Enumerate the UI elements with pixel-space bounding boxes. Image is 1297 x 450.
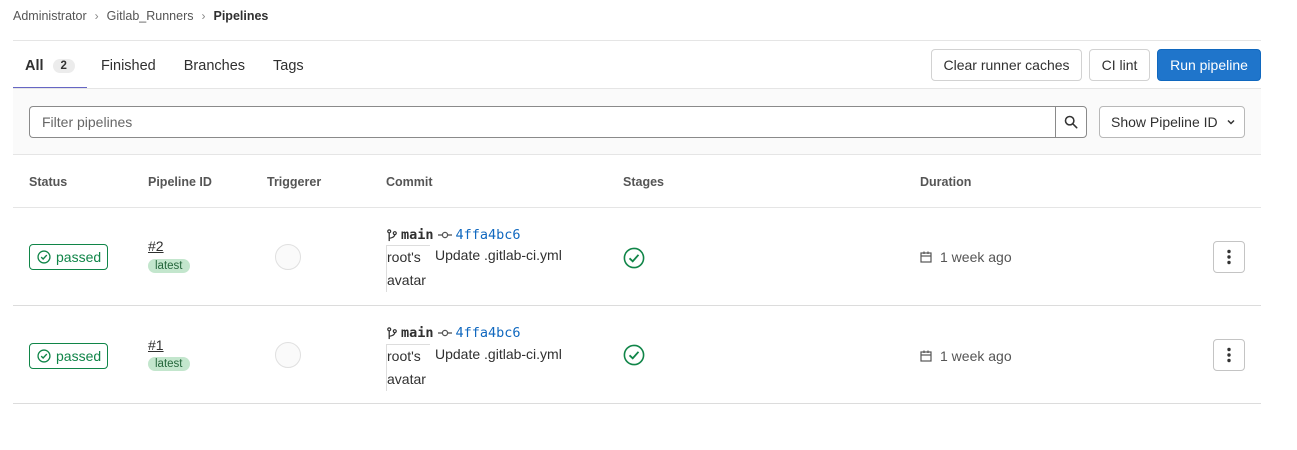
breadcrumb-administrator[interactable]: Administrator <box>13 9 87 23</box>
table-row: passed #2 latest main 4ffa4bc6 root's av… <box>13 208 1261 306</box>
filter-bar: Show Pipeline ID <box>13 89 1261 155</box>
chevron-right-icon: › <box>94 9 99 23</box>
finished-time: 1 week ago <box>920 348 1012 364</box>
tab-all[interactable]: All 2 <box>13 48 87 89</box>
latest-badge: latest <box>148 259 190 273</box>
ellipsis-v-icon <box>1227 347 1231 363</box>
tab-tags[interactable]: Tags <box>259 48 318 84</box>
branch-link[interactable]: main <box>401 325 434 341</box>
finished-time: 1 week ago <box>920 249 1012 265</box>
status-badge[interactable]: passed <box>29 343 108 369</box>
run-pipeline-button[interactable]: Run pipeline <box>1157 49 1261 81</box>
table-row: passed #1 latest main 4ffa4bc6 root's av… <box>13 306 1261 404</box>
tab-finished[interactable]: Finished <box>87 48 170 84</box>
commit-ref: main 4ffa4bc6 <box>386 325 521 341</box>
ci-lint-button[interactable]: CI lint <box>1089 49 1150 81</box>
show-pipeline-id-dropdown[interactable]: Show Pipeline ID <box>1099 106 1245 138</box>
finished-time-label: 1 week ago <box>940 249 1012 265</box>
tab-branches[interactable]: Branches <box>170 48 259 84</box>
branch-icon <box>387 326 397 339</box>
breadcrumb-pipelines[interactable]: Pipelines <box>214 9 269 23</box>
branch-icon <box>387 228 397 241</box>
triggerer-avatar[interactable] <box>275 244 301 270</box>
commit-message-link[interactable]: Update .gitlab-ci.yml <box>435 247 562 263</box>
breadcrumb: Administrator › Gitlab_Runners › Pipelin… <box>13 9 268 23</box>
status-success-icon <box>37 250 51 264</box>
more-actions-button[interactable] <box>1213 241 1245 273</box>
triggerer-avatar[interactable] <box>275 342 301 368</box>
commit-sha-link[interactable]: 4ffa4bc6 <box>456 227 521 243</box>
table-header: Status Pipeline ID Triggerer Commit Stag… <box>13 156 1261 208</box>
status-success-icon <box>37 349 51 363</box>
calendar-icon <box>920 350 932 362</box>
column-status: Status <box>29 175 68 189</box>
tab-branches-label: Branches <box>183 58 246 74</box>
commit-icon <box>437 231 452 239</box>
tab-all-label: All <box>25 58 44 74</box>
search-button[interactable] <box>1055 106 1087 138</box>
latest-badge: latest <box>148 357 190 371</box>
clear-runner-caches-button[interactable]: Clear runner caches <box>931 49 1082 81</box>
tab-all-count-badge: 2 <box>52 59 75 73</box>
pipeline-id-link[interactable]: #2 <box>148 238 164 254</box>
commit-icon <box>437 329 452 337</box>
calendar-icon <box>920 251 932 263</box>
filter-pipelines-input[interactable] <box>29 106 1056 138</box>
committer-avatar[interactable]: root's avatar <box>386 245 430 292</box>
search-icon <box>1064 115 1078 129</box>
commit-ref: main 4ffa4bc6 <box>386 227 521 243</box>
column-triggerer: Triggerer <box>267 175 322 189</box>
more-actions-button[interactable] <box>1213 339 1245 371</box>
column-duration: Duration <box>920 175 972 189</box>
pipeline-tabs: All 2 Finished Branches Tags <box>13 48 318 89</box>
committer-avatar[interactable]: root's avatar <box>386 344 430 391</box>
stage-success-icon[interactable] <box>623 247 645 272</box>
chevron-down-icon <box>1227 119 1235 125</box>
breadcrumb-gitlab-runners[interactable]: Gitlab_Runners <box>107 9 194 23</box>
branch-link[interactable]: main <box>401 227 434 243</box>
commit-sha-link[interactable]: 4ffa4bc6 <box>456 325 521 341</box>
status-label: passed <box>56 249 102 265</box>
status-badge[interactable]: passed <box>29 244 108 270</box>
stage-success-icon[interactable] <box>623 344 645 369</box>
column-commit: Commit <box>386 175 433 189</box>
tab-finished-label: Finished <box>100 58 156 74</box>
divider <box>13 40 1261 41</box>
pipeline-id-link[interactable]: #1 <box>148 337 164 353</box>
dropdown-label: Show Pipeline ID <box>1111 114 1218 130</box>
commit-message-link[interactable]: Update .gitlab-ci.yml <box>435 346 562 362</box>
status-label: passed <box>56 348 102 364</box>
ellipsis-v-icon <box>1227 249 1231 265</box>
column-stages: Stages <box>623 175 664 189</box>
column-pipeline-id: Pipeline ID <box>148 175 212 189</box>
chevron-right-icon: › <box>201 9 206 23</box>
tab-tags-label: Tags <box>273 58 304 74</box>
finished-time-label: 1 week ago <box>940 348 1012 364</box>
